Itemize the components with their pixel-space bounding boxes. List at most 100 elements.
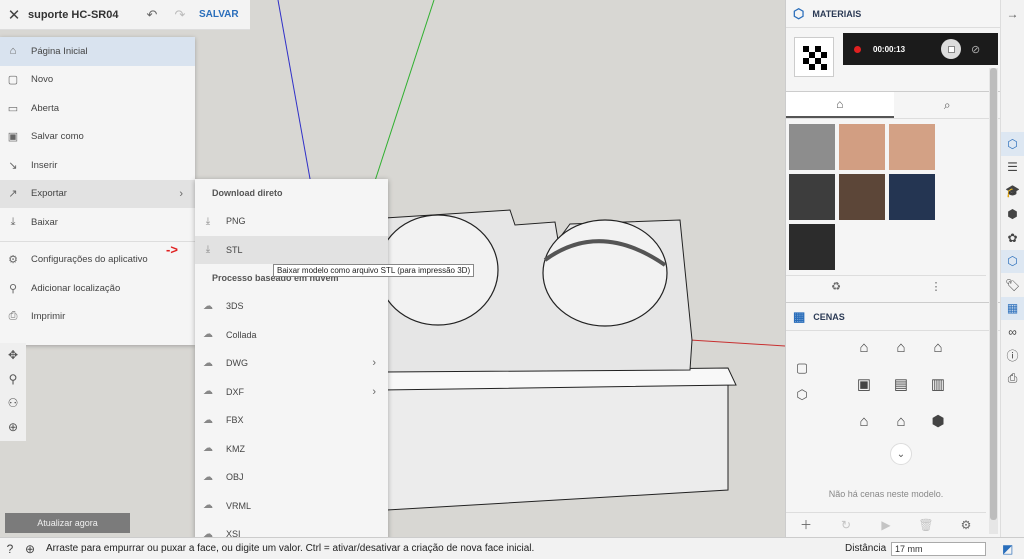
components-icon[interactable]: ⬢ xyxy=(1001,203,1024,227)
panel-scrollbar[interactable] xyxy=(989,68,998,534)
export-tray-icon[interactable]: ⎙ xyxy=(1001,367,1024,391)
material-swatch[interactable] xyxy=(789,174,835,220)
export-obj[interactable]: ☁ OBJ xyxy=(195,463,388,492)
sensor-hole-right[interactable] xyxy=(542,219,668,327)
play-icon[interactable]: ▶ xyxy=(866,513,906,536)
distance-input[interactable]: 17 mm xyxy=(891,542,986,556)
export-label: VRML xyxy=(226,500,252,511)
panel-title: MATERIAIS xyxy=(812,8,862,19)
top-bar: ✕ suporte HC-SR04 ↶ ↷ SALVAR xyxy=(0,0,250,30)
save-button[interactable]: SALVAR xyxy=(199,9,239,20)
cloud-icon: ☁ xyxy=(203,414,213,426)
cloud-icon: ☁ xyxy=(203,329,213,341)
recycle-icon[interactable]: ♻ xyxy=(786,276,886,297)
styles-icon[interactable]: ✿ xyxy=(1001,226,1024,250)
material-swatch[interactable] xyxy=(889,124,935,170)
info-icon[interactable]: ⓘ xyxy=(1001,344,1024,368)
export-fbx[interactable]: ☁ FBX xyxy=(195,406,388,435)
material-preview[interactable] xyxy=(794,37,834,77)
export-label: OBJ xyxy=(226,472,244,483)
material-swatch[interactable] xyxy=(839,124,885,170)
file-menu: ⌂ Página Inicial ▢ Novo ▭ Aberta ▣ Salvar co… xyxy=(0,37,195,345)
move-tool-icon[interactable]: ✥ xyxy=(0,343,26,367)
add-scene-icon[interactable]: ＋ xyxy=(786,513,826,536)
globe-icon[interactable]: ⊕ xyxy=(20,542,40,556)
menu-item-label: Aberta xyxy=(31,102,59,114)
model-front-face[interactable] xyxy=(349,371,729,511)
cube-outline-icon[interactable]: ▢ xyxy=(790,354,814,381)
view-back-icon[interactable]: ▥ xyxy=(920,371,956,397)
undo-icon[interactable]: ↶ xyxy=(138,7,166,23)
red-axis xyxy=(689,339,785,347)
more-options-icon[interactable]: ⋮ xyxy=(886,276,986,297)
update-now-button[interactable]: Atualizar agora xyxy=(5,513,130,533)
refresh-icon[interactable]: ↻ xyxy=(826,513,866,536)
export-vrml[interactable]: ☁ VRML xyxy=(195,492,388,521)
menu-item-insert[interactable]: ↘ Inserir xyxy=(0,151,195,180)
menu-item-home[interactable]: ⌂ Página Inicial xyxy=(0,37,195,66)
download-icon: ⤓ xyxy=(205,244,211,256)
entity-info-icon[interactable]: ⬡ xyxy=(1001,132,1024,156)
scrollbar-thumb[interactable] xyxy=(990,68,997,520)
close-icon[interactable]: ✕ xyxy=(0,6,28,24)
menu-item-new[interactable]: ▢ Novo xyxy=(0,66,195,95)
export-3ds[interactable]: ☁ 3DS xyxy=(195,292,388,321)
material-swatch[interactable] xyxy=(839,174,885,220)
search-tool-icon[interactable]: ⚲ xyxy=(0,367,26,391)
download-icon: ⤓ xyxy=(205,215,211,227)
view-left-icon[interactable]: ⌂ xyxy=(846,408,882,434)
menu-item-label: Exportar xyxy=(31,188,67,200)
menu-item-download[interactable]: ⤓ Baixar xyxy=(0,208,195,237)
material-swatch[interactable] xyxy=(789,224,835,270)
menu-item-save-as[interactable]: ▣ Salvar como xyxy=(0,123,195,152)
menu-item-open[interactable]: ▭ Aberta xyxy=(0,94,195,123)
cube-iso-icon[interactable]: ⬡ xyxy=(790,381,814,408)
menu-item-export[interactable]: ↗ Exportar › xyxy=(0,179,195,208)
chevron-right-icon: › xyxy=(372,385,376,398)
menu-item-add-location[interactable]: ⚲ Adicionar localização xyxy=(0,274,195,303)
collapse-panel-icon[interactable]: → xyxy=(1001,0,1024,28)
panel-title: CENAS xyxy=(813,311,845,322)
export-collada[interactable]: ☁ Collada xyxy=(195,321,388,350)
sketchup-logo-icon: ◩ xyxy=(1002,541,1014,556)
view-perspective-icon[interactable]: ⬢ xyxy=(920,408,956,434)
menu-item-label: Baixar xyxy=(31,216,58,228)
tab-home[interactable]: ⌂ xyxy=(786,92,894,118)
instructor-icon[interactable]: 🎓 xyxy=(1001,179,1024,203)
menu-item-label: Adicionar localização xyxy=(31,282,121,294)
view-top-icon[interactable]: ⌂ xyxy=(883,334,919,360)
export-kmz[interactable]: ☁ KMZ xyxy=(195,435,388,464)
material-swatch[interactable] xyxy=(889,174,935,220)
outliner-icon[interactable]: ☰ xyxy=(1001,156,1024,180)
blue-axis xyxy=(277,0,313,191)
tags-icon[interactable]: 🏷 xyxy=(1001,273,1024,297)
view-right-icon[interactable]: ▤ xyxy=(883,371,919,397)
export-png[interactable]: ⤓ PNG xyxy=(195,207,388,236)
export-dxf[interactable]: ☁ DXF › xyxy=(195,378,388,407)
mic-muted-icon[interactable]: ⊘ xyxy=(971,43,980,56)
section-tool-icon[interactable]: ⊕ xyxy=(0,415,26,439)
menu-item-print[interactable]: ⎙ Imprimir xyxy=(0,303,195,332)
walk-tool-icon[interactable]: ⚇ xyxy=(0,391,26,415)
stop-icon xyxy=(947,45,955,53)
tab-sample[interactable]: ⌕ xyxy=(894,92,1002,118)
chevron-down-icon[interactable]: ⌄ xyxy=(890,443,912,465)
view-front-icon[interactable]: ▣ xyxy=(846,371,882,397)
export-dwg[interactable]: ☁ DWG › xyxy=(195,349,388,378)
redo-icon[interactable]: ↷ xyxy=(166,7,194,23)
export-stl[interactable]: ⤓ STL xyxy=(195,235,388,264)
display-icon[interactable]: ∞ xyxy=(1001,320,1024,344)
view-bottom-icon[interactable]: ⌂ xyxy=(920,334,956,360)
materials-tray-icon[interactable]: ⬡ xyxy=(1001,249,1024,273)
help-icon[interactable]: ? xyxy=(0,542,20,556)
download-icon: ⤓ xyxy=(10,215,16,228)
view-iso-icon[interactable]: ⌂ xyxy=(846,334,882,360)
view-home-icon[interactable]: ⌂ xyxy=(883,408,919,434)
export-submenu: Download direto ⤓ PNG ⤓ STL Processo basea… xyxy=(195,179,388,549)
material-swatch[interactable] xyxy=(789,124,835,170)
settings-icon[interactable]: ⚙ xyxy=(946,513,986,536)
eyedropper-icon: ⌕ xyxy=(943,97,951,112)
trash-icon[interactable]: 🗑 xyxy=(906,513,946,536)
scenes-tray-icon[interactable]: ▦ xyxy=(1001,296,1024,320)
stop-recording-button[interactable] xyxy=(941,39,962,59)
